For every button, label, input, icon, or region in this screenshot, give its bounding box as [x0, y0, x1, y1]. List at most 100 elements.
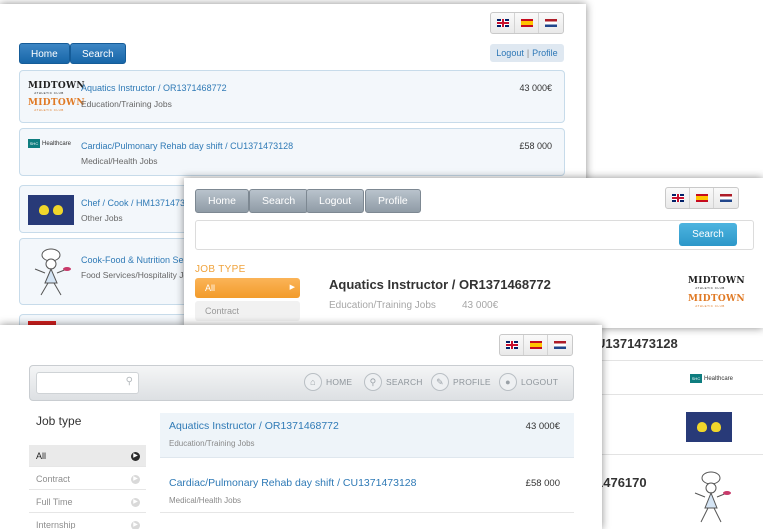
job-type-label: Contract [36, 474, 71, 484]
language-switcher [665, 187, 739, 209]
home-button[interactable]: Home [19, 43, 70, 64]
midtown-logo: MIDTOWN ATHLETIC CLUB MIDTOWN ATHLETIC C… [688, 276, 745, 308]
job-salary: 43 000€ [462, 300, 499, 311]
job-category: Medical/Health Jobs [169, 496, 242, 505]
language-spanish-button[interactable] [690, 188, 714, 208]
search-button[interactable]: Search [249, 189, 309, 213]
nav-logout-label: LOGOUT [521, 377, 559, 387]
spain-flag-icon [520, 19, 533, 27]
chevron-right-icon: ▶ [131, 452, 140, 461]
job-title-link[interactable]: Cook-Food & Nutrition Servi [81, 255, 193, 265]
chef-logo [28, 246, 74, 298]
nav-logout[interactable]: ● LOGOUT [499, 373, 558, 391]
navigation-bar: ⚲ ⌂ HOME ⚲ SEARCH ✎ PROFILE ● LOGOUT [29, 365, 574, 401]
job-salary: £58 000 [525, 478, 560, 489]
search-input[interactable]: ⚲ [36, 372, 139, 394]
job-salary: 43 000€ [519, 83, 552, 93]
job-title-link[interactable]: Cardiac/Pulmonary Rehab day shift / CU13… [81, 141, 293, 151]
search-input[interactable] [195, 220, 754, 250]
job-category: Food Services/Hospitality Jo [81, 270, 189, 280]
spain-flag-icon [529, 341, 542, 349]
netherlands-flag-icon [545, 19, 557, 27]
job-listing[interactable]: SHC Healthcare Cardiac/Pulmonary Rehab da… [19, 128, 565, 176]
job-type-label: Internship [36, 520, 76, 529]
shc-healthcare-logo: SHC Healthcare [690, 374, 734, 383]
job-title-link[interactable]: Cardiac/Pulmonary Rehab day shift / CU13… [169, 477, 416, 489]
logout-link[interactable]: Logout [496, 48, 524, 58]
job-type-label: Full Time [36, 497, 73, 507]
chevron-right-icon: ▶ [131, 521, 140, 529]
language-spanish-button[interactable] [515, 13, 539, 33]
job-listing[interactable]: MIDTOWN ATHLETIC CLUB MIDTOWN ATHLETIC C… [19, 70, 565, 123]
job-category: Medical/Health Jobs [81, 156, 158, 166]
fingers-logo [28, 195, 74, 225]
job-title-partial[interactable]: U1371473128 [596, 336, 678, 351]
divider: | [526, 48, 530, 58]
search-icon: ⚲ [364, 373, 382, 391]
job-type-all[interactable]: All ▶ [195, 278, 300, 298]
job-title-link[interactable]: Aquatics Instructor / OR1371468772 [81, 83, 227, 93]
arrow-right-icon: ▶ [289, 284, 295, 291]
job-salary: 43 000€ [525, 421, 560, 432]
job-type-internship[interactable]: Internship ▶ [29, 514, 146, 529]
netherlands-flag-icon [720, 194, 732, 202]
job-type-full-time[interactable]: Full Time ▶ [29, 491, 146, 513]
chevron-right-icon: ▶ [131, 475, 140, 484]
nav-search[interactable]: ⚲ SEARCH [364, 373, 423, 391]
theme-preview-grey: Home Search Logout Profile Search JOB TY… [184, 178, 763, 328]
uk-flag-icon [671, 194, 684, 202]
job-type-contract[interactable]: Contract [195, 301, 300, 321]
job-type-heading: JOB TYPE [195, 264, 246, 275]
language-english-button[interactable] [491, 13, 515, 33]
job-type-all[interactable]: All ▶ [29, 445, 146, 467]
uk-flag-icon [505, 341, 518, 349]
language-dutch-button[interactable] [714, 188, 738, 208]
job-title-link[interactable]: Aquatics Instructor / OR1371468772 [169, 420, 339, 432]
job-title-link[interactable]: Chef / Cook / HM137147392 [81, 198, 195, 208]
shc-healthcare-logo: SHC Healthcare [28, 139, 72, 148]
job-listing[interactable]: Aquatics Instructor / OR1371468772 Educa… [160, 413, 574, 458]
lock-icon: ● [499, 373, 517, 391]
nav-profile-label: PROFILE [453, 377, 491, 387]
nav-profile[interactable]: ✎ PROFILE [431, 373, 491, 391]
job-type-heading: Job type [36, 414, 82, 428]
spain-flag-icon [695, 194, 708, 202]
netherlands-flag-icon [554, 341, 566, 349]
job-type-label: All [205, 283, 216, 293]
nav-home-label: HOME [326, 377, 353, 387]
pencil-icon: ✎ [431, 373, 449, 391]
language-switcher [499, 334, 573, 356]
job-title-partial[interactable]: 1476170 [596, 475, 647, 490]
screenshot-stage: Home Search Logout | Profile MIDTOWN ATHLE… [0, 0, 763, 529]
home-icon: ⌂ [304, 373, 322, 391]
job-category: Education/Training Jobs [329, 300, 436, 311]
logout-button[interactable]: Logout [306, 189, 365, 213]
language-dutch-button[interactable] [548, 335, 572, 355]
account-links: Logout | Profile [490, 44, 564, 62]
job-salary: £58 000 [519, 141, 552, 151]
language-dutch-button[interactable] [539, 13, 563, 33]
theme-preview-light: ⚲ ⌂ HOME ⚲ SEARCH ✎ PROFILE ● LOGOUT Job typ… [0, 325, 602, 529]
job-category: Other Jobs [81, 213, 123, 223]
chef-logo [688, 469, 734, 525]
uk-flag-icon [496, 19, 509, 27]
search-button[interactable]: Search [70, 43, 126, 64]
job-listing[interactable]: Cardiac/Pulmonary Rehab day shift / CU13… [160, 467, 574, 513]
job-title-link[interactable]: Aquatics Instructor / OR1371468772 [329, 277, 551, 292]
nav-search-label: SEARCH [386, 377, 423, 387]
home-button[interactable]: Home [195, 189, 250, 213]
job-category: Education/Training Jobs [169, 439, 255, 448]
nav-home[interactable]: ⌂ HOME [304, 373, 352, 391]
profile-link[interactable]: Profile [532, 48, 558, 58]
search-icon: ⚲ [125, 376, 133, 387]
chevron-right-icon: ▶ [131, 498, 140, 507]
language-english-button[interactable] [666, 188, 690, 208]
search-submit-button[interactable]: Search [679, 223, 737, 246]
profile-button[interactable]: Profile [365, 189, 421, 213]
language-switcher [490, 12, 564, 34]
language-spanish-button[interactable] [524, 335, 548, 355]
fingers-logo [686, 412, 732, 442]
job-type-label: All [36, 451, 47, 461]
job-type-contract[interactable]: Contract ▶ [29, 468, 146, 490]
language-english-button[interactable] [500, 335, 524, 355]
